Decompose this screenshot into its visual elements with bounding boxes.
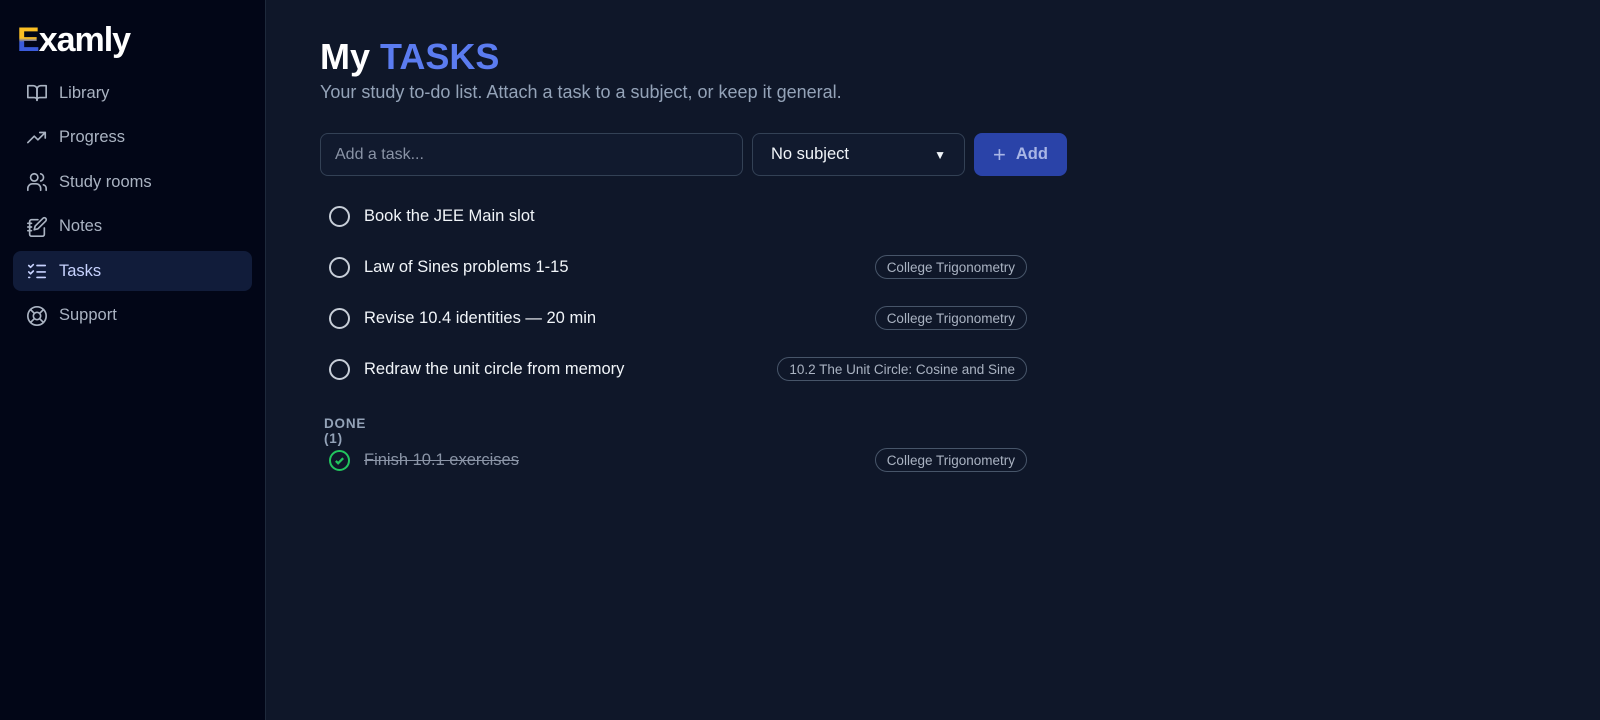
sidebar-item-library[interactable]: Library: [13, 73, 252, 113]
chevron-down-icon: ▼: [934, 147, 946, 162]
done-task-item: Finish 10.1 exercises College Trigonomet…: [320, 440, 1027, 480]
users-icon: [26, 171, 48, 193]
task-text: Finish 10.1 exercises: [364, 450, 519, 469]
subject-select[interactable]: No subject ▼: [752, 133, 965, 176]
page-title: My TASKS: [320, 36, 499, 78]
sidebar-item-notes[interactable]: Notes: [13, 207, 252, 247]
app-logo[interactable]: Examly: [17, 20, 131, 60]
subject-select-value: No subject: [771, 145, 849, 163]
title-accent: TASKS: [380, 36, 500, 77]
task-checkbox[interactable]: [329, 256, 350, 278]
add-button-label: Add: [1015, 145, 1048, 163]
task-checkbox[interactable]: [329, 358, 350, 380]
task-item: Book the JEE Main slot: [320, 196, 1027, 236]
trending-up-icon: [26, 127, 48, 149]
sidebar: Examly Library Progress Study rooms Note…: [0, 0, 266, 720]
check-icon: [335, 456, 344, 465]
task-text: Law of Sines problems 1-15: [364, 257, 569, 276]
task-input[interactable]: [320, 133, 743, 176]
notebook-pen-icon: [26, 216, 48, 238]
sidebar-item-label: Progress: [59, 128, 126, 147]
add-task-button[interactable]: + Add: [974, 133, 1067, 176]
sidebar-item-support[interactable]: Support: [13, 296, 252, 336]
list-checks-icon: [26, 260, 48, 282]
task-item: Revise 10.4 identities — 20 min College …: [320, 298, 1027, 338]
sidebar-item-label: Tasks: [59, 261, 102, 280]
task-checkbox[interactable]: [329, 307, 350, 329]
logo-text: xamly: [38, 21, 131, 59]
sidebar-item-study-rooms[interactable]: Study rooms: [13, 162, 252, 202]
life-buoy-icon: [26, 305, 48, 327]
title-plain: My: [320, 36, 371, 77]
sidebar-item-progress[interactable]: Progress: [13, 118, 252, 158]
logo-letter-e: E: [17, 21, 40, 59]
task-checkbox[interactable]: [329, 205, 350, 227]
sidebar-item-tasks[interactable]: Tasks: [13, 251, 252, 292]
task-item: Redraw the unit circle from memory 10.2 …: [320, 349, 1027, 389]
task-checkbox-checked[interactable]: [329, 449, 350, 471]
subject-tag: College Trigonometry: [874, 255, 1027, 279]
sidebar-item-label: Library: [59, 83, 110, 102]
book-open-icon: [26, 82, 48, 104]
task-text: Revise 10.4 identities — 20 min: [364, 308, 597, 327]
task-text: Book the JEE Main slot: [364, 206, 535, 225]
sidebar-item-label: Study rooms: [59, 172, 152, 191]
sidebar-item-label: Notes: [59, 217, 103, 236]
subject-tag: College Trigonometry: [874, 306, 1027, 330]
subject-tag: 10.2 The Unit Circle: Cosine and Sine: [777, 357, 1027, 381]
plus-icon: +: [993, 141, 1006, 167]
sidebar-item-label: Support: [59, 306, 117, 325]
task-item: Law of Sines problems 1-15 College Trigo…: [320, 247, 1027, 287]
task-text: Redraw the unit circle from memory: [364, 359, 625, 378]
page-subtitle: Your study to-do list. Attach a task to …: [320, 82, 842, 102]
sidebar-nav: Library Progress Study rooms Notes Tasks: [13, 73, 252, 341]
subject-tag: College Trigonometry: [874, 448, 1027, 472]
